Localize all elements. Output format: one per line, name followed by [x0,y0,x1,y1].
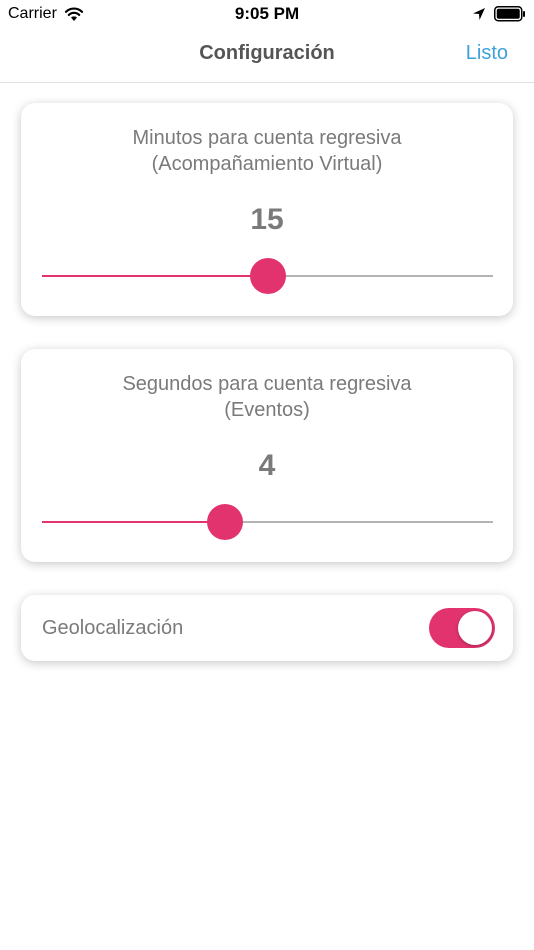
minutes-slider-thumb[interactable] [249,258,286,294]
seconds-value: 4 [258,449,276,482]
seconds-slider-fill [42,521,225,523]
minutes-slider-fill [42,275,268,277]
minutes-slider[interactable] [42,258,493,294]
status-bar: Carrier 9:05 PM [0,0,534,30]
geolocation-card: Geolocalización [21,595,513,661]
geolocation-toggle[interactable] [429,608,495,648]
minutes-label-line1: Minutos para cuenta regresiva [132,127,402,149]
location-icon [473,8,485,20]
seconds-slider-thumb[interactable] [206,504,243,540]
minutes-countdown-card: Minutos para cuenta regresiva (Acompañam… [21,103,513,316]
battery-icon [494,6,525,22]
seconds-label-line2: (Eventos) [224,399,310,421]
seconds-countdown-card: Segundos para cuenta regresiva (Eventos)… [21,349,513,562]
done-button[interactable]: Listo [466,42,508,65]
minutes-value: 15 [250,203,284,236]
clock: 9:05 PM [234,4,300,23]
navigation-bar: Configuración Listo [0,30,534,83]
seconds-label-line1: Segundos para cuenta regresiva [122,373,412,395]
toggle-knob [458,611,492,645]
seconds-slider[interactable] [42,504,493,540]
page-title: Configuración [199,42,335,64]
geolocation-label: Geolocalización [42,617,184,639]
minutes-label-line2: (Acompañamiento Virtual) [151,153,383,175]
